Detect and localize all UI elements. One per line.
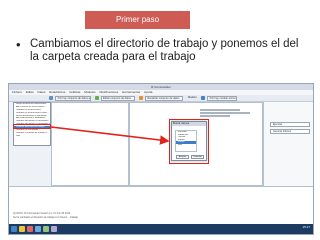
bullet-text: Cambiamos el directorio de trabajo y pon…	[30, 38, 299, 63]
arrow-line	[50, 126, 170, 145]
slide-title: Primer paso	[85, 11, 190, 29]
bullet-dot-icon: •	[16, 37, 21, 52]
pointer-arrow	[50, 126, 170, 145]
rcommander-screenshot: R Commander Fichero Editar Datos Estadís…	[8, 83, 314, 235]
